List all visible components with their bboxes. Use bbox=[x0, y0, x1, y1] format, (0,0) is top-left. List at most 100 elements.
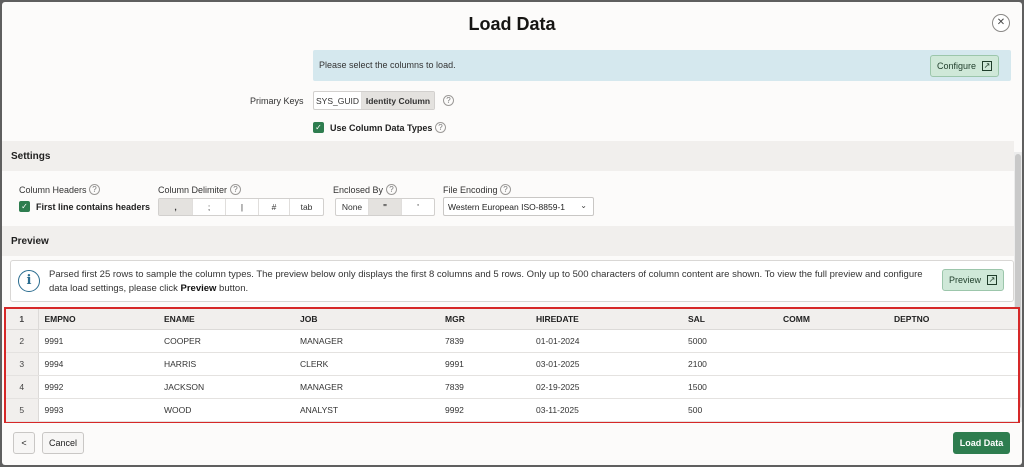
table-cell: WOOD bbox=[158, 398, 294, 422]
table-cell bbox=[888, 375, 1018, 399]
help-icon[interactable]: ? bbox=[89, 184, 100, 195]
use-column-data-types-checkbox[interactable]: ✓ bbox=[313, 122, 324, 133]
table-cell bbox=[777, 375, 888, 399]
preview-info-box: i Parsed first 25 rows to sample the col… bbox=[10, 260, 1014, 302]
table-cell: 5000 bbox=[682, 329, 777, 353]
preview-table: 1 EMPNO ENAME JOB MGR HIREDATE SAL COMM … bbox=[6, 309, 1018, 422]
column-header: COMM bbox=[777, 309, 888, 330]
table-cell: COOPER bbox=[158, 329, 294, 353]
table-cell: 1500 bbox=[682, 375, 777, 399]
table-cell: JACKSON bbox=[158, 375, 294, 399]
external-link-icon: ↗ bbox=[987, 275, 998, 285]
help-icon[interactable]: ? bbox=[500, 184, 511, 195]
row-number: 1 bbox=[6, 309, 39, 330]
column-delimiter-label: Column Delimiter bbox=[158, 185, 228, 195]
preview-grid: 1 EMPNO ENAME JOB MGR HIREDATE SAL COMM … bbox=[4, 307, 1020, 423]
table-cell: 9991 bbox=[439, 352, 530, 376]
file-encoding-select[interactable]: Western European ISO-8859-1 ⌄ bbox=[443, 197, 594, 216]
help-icon[interactable]: ? bbox=[443, 95, 454, 106]
table-header-row: 1 EMPNO ENAME JOB MGR HIREDATE SAL COMM … bbox=[6, 309, 1018, 330]
table-cell bbox=[888, 329, 1018, 353]
enclosed-single-quote[interactable]: ' bbox=[402, 199, 434, 215]
load-data-dialog: Load Data ✕ Please select the columns to… bbox=[2, 2, 1022, 465]
configure-label: Configure bbox=[937, 61, 977, 71]
primary-keys-toggle: SYS_GUID Identity Column bbox=[313, 91, 435, 110]
preview-button[interactable]: Preview ↗ bbox=[942, 269, 1005, 291]
help-icon[interactable]: ? bbox=[435, 122, 446, 133]
preview-info-text: Parsed first 25 rows to sample the colum… bbox=[49, 268, 929, 296]
column-header: MGR bbox=[439, 309, 530, 330]
delimiter-pipe[interactable]: | bbox=[226, 199, 259, 215]
table-cell bbox=[777, 329, 888, 353]
table-cell: 03-01-2025 bbox=[530, 352, 682, 376]
enclosed-by-toggle: None " ' bbox=[335, 198, 435, 216]
first-line-headers-label: First line contains headers bbox=[36, 202, 151, 212]
row-number: 2 bbox=[6, 329, 39, 353]
table-cell: 9992 bbox=[439, 398, 530, 422]
table-cell bbox=[777, 398, 888, 422]
preview-text-part: button. bbox=[216, 283, 249, 294]
table-cell: MANAGER bbox=[294, 329, 439, 353]
column-header: DEPTNO bbox=[888, 309, 1018, 330]
table-cell bbox=[888, 352, 1018, 376]
table-cell: 9992 bbox=[38, 375, 158, 399]
first-line-headers-checkbox[interactable]: ✓ bbox=[19, 201, 30, 212]
preview-header: Preview bbox=[2, 226, 1014, 256]
enclosed-none[interactable]: None bbox=[336, 199, 369, 215]
table-cell: 9994 bbox=[38, 352, 158, 376]
close-icon[interactable]: ✕ bbox=[992, 14, 1010, 32]
use-column-data-types-label: Use Column Data Types bbox=[330, 123, 433, 133]
chevron-down-icon: ⌄ bbox=[580, 201, 587, 210]
row-number: 3 bbox=[6, 352, 39, 376]
row-number: 4 bbox=[6, 375, 39, 399]
table-cell: 2100 bbox=[682, 352, 777, 376]
table-cell: ANALYST bbox=[294, 398, 439, 422]
table-cell: 02-19-2025 bbox=[530, 375, 682, 399]
table-cell: 500 bbox=[682, 398, 777, 422]
delimiter-semicolon[interactable]: ; bbox=[193, 199, 226, 215]
back-button[interactable]: < bbox=[13, 432, 35, 454]
table-cell: 9991 bbox=[38, 329, 158, 353]
table-cell: 01-01-2024 bbox=[530, 329, 682, 353]
table-cell: HARRIS bbox=[158, 352, 294, 376]
column-delimiter-toggle: , ; | # tab bbox=[158, 198, 324, 216]
column-header: ENAME bbox=[158, 309, 294, 330]
dialog-title: Load Data bbox=[468, 14, 556, 34]
enclosed-by-label: Enclosed By bbox=[333, 185, 384, 195]
option-sys-guid[interactable]: SYS_GUID bbox=[314, 92, 362, 109]
table-cell: 03-11-2025 bbox=[530, 398, 682, 422]
configure-button[interactable]: Configure ↗ bbox=[930, 55, 1000, 77]
table-cell: 7839 bbox=[439, 375, 530, 399]
delimiter-tab[interactable]: tab bbox=[290, 199, 323, 215]
info-icon: i bbox=[18, 270, 40, 292]
help-icon[interactable]: ? bbox=[386, 184, 397, 195]
cancel-button[interactable]: Cancel bbox=[42, 432, 84, 454]
table-cell bbox=[888, 398, 1018, 422]
column-headers-label: Column Headers bbox=[19, 185, 87, 195]
external-link-icon: ↗ bbox=[982, 61, 993, 71]
delimiter-hash[interactable]: # bbox=[259, 199, 290, 215]
option-identity-column[interactable]: Identity Column bbox=[362, 92, 434, 109]
file-encoding-label: File Encoding bbox=[443, 185, 498, 195]
table-cell: CLERK bbox=[294, 352, 439, 376]
help-icon[interactable]: ? bbox=[230, 184, 241, 195]
table-cell: MANAGER bbox=[294, 375, 439, 399]
load-data-button[interactable]: Load Data bbox=[953, 432, 1010, 454]
info-banner: Please select the columns to load. Confi… bbox=[313, 50, 1011, 81]
column-header: HIREDATE bbox=[530, 309, 682, 330]
table-row: 2 9991 COOPER MANAGER 7839 01-01-2024 50… bbox=[6, 329, 1018, 353]
table-row: 3 9994 HARRIS CLERK 9991 03-01-2025 2100 bbox=[6, 352, 1018, 376]
file-encoding-value: Western European ISO-8859-1 bbox=[448, 201, 566, 212]
preview-button-label: Preview bbox=[949, 275, 982, 285]
table-cell: 9993 bbox=[38, 398, 158, 422]
table-cell bbox=[777, 352, 888, 376]
row-number: 5 bbox=[6, 398, 39, 422]
table-cell: 7839 bbox=[439, 329, 530, 353]
delimiter-comma[interactable]: , bbox=[159, 199, 193, 215]
column-header: SAL bbox=[682, 309, 777, 330]
column-header: JOB bbox=[294, 309, 439, 330]
banner-message: Please select the columns to load. bbox=[319, 60, 456, 70]
column-header: EMPNO bbox=[38, 309, 158, 330]
enclosed-double-quote[interactable]: " bbox=[369, 199, 402, 215]
table-row: 5 9993 WOOD ANALYST 9992 03-11-2025 500 bbox=[6, 398, 1018, 422]
